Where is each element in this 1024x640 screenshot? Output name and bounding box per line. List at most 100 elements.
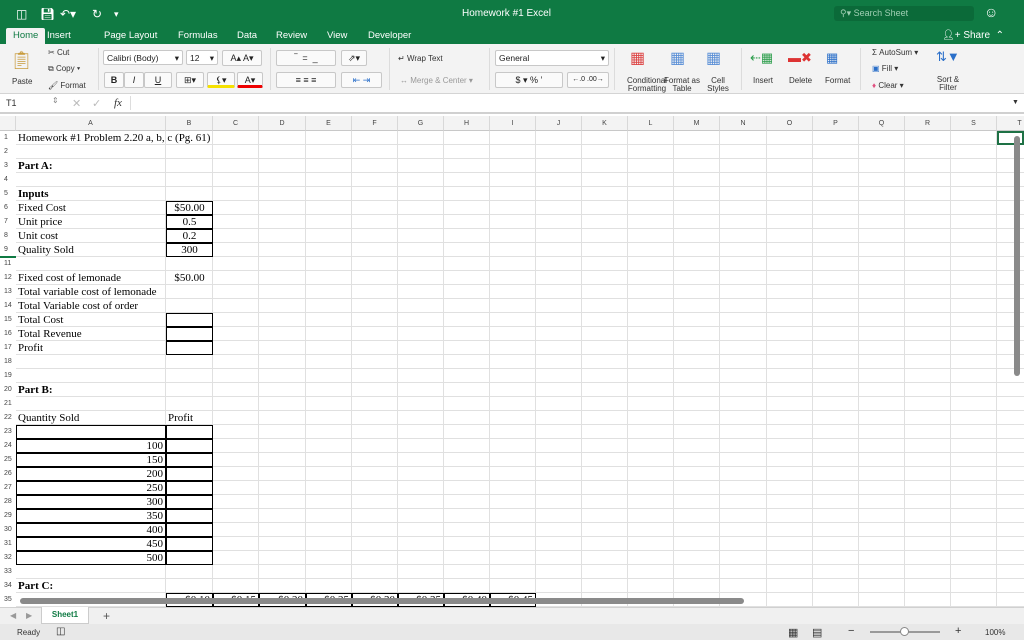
row-header[interactable]: 29 bbox=[0, 512, 16, 526]
column-header[interactable]: S bbox=[951, 116, 997, 131]
name-box[interactable]: T1 bbox=[6, 98, 17, 108]
row-header[interactable]: 6 bbox=[0, 204, 16, 218]
format-as-table-icon[interactable]: ▦ bbox=[670, 48, 685, 68]
column-header[interactable]: Q bbox=[859, 116, 905, 131]
column-header[interactable]: T bbox=[997, 116, 1024, 131]
column-header[interactable]: O bbox=[767, 116, 813, 131]
tab-review[interactable]: Review bbox=[276, 28, 307, 44]
column-header[interactable]: D bbox=[259, 116, 306, 131]
row-header[interactable]: 30 bbox=[0, 526, 16, 540]
cell-styles-button[interactable]: Cell Styles bbox=[704, 77, 732, 93]
scroll-tabs-left-icon[interactable]: ◀ bbox=[10, 611, 16, 620]
cell-A12[interactable]: Fixed cost of lemonade bbox=[16, 271, 166, 285]
column-header[interactable]: F bbox=[352, 116, 398, 131]
row-header[interactable]: 18 bbox=[0, 358, 16, 372]
macro-record-icon[interactable]: ◫ bbox=[56, 626, 65, 637]
select-all-button[interactable] bbox=[0, 116, 16, 131]
paste-button[interactable]: Paste bbox=[12, 77, 32, 86]
cell-A22[interactable]: Quantity Sold bbox=[16, 411, 166, 425]
formula-input[interactable] bbox=[136, 98, 1006, 110]
sort-filter-button[interactable]: Sort & Filter bbox=[934, 76, 962, 92]
cell-A14[interactable]: Total Variable cost of order bbox=[16, 299, 166, 313]
column-header[interactable]: L bbox=[628, 116, 674, 131]
row-header[interactable]: 12 bbox=[0, 274, 16, 288]
worksheet-grid[interactable]: 1 2 3 4 5 6 7 8 9 11 12 13 14 15 16 17 18 19 20 21 22 23 24 25 2… bbox=[0, 116, 1024, 607]
cell-A6[interactable]: Fixed Cost bbox=[16, 201, 166, 215]
cell-B16[interactable] bbox=[166, 327, 213, 341]
column-header[interactable]: B bbox=[166, 116, 213, 131]
zoom-slider-handle[interactable] bbox=[900, 627, 909, 636]
row-header[interactable]: 17 bbox=[0, 344, 16, 358]
cell-A31[interactable]: 450 bbox=[16, 537, 166, 551]
clear-button[interactable]: ♦ Clear ▾ bbox=[872, 81, 904, 90]
cell-B26[interactable] bbox=[166, 467, 213, 481]
borders-icon[interactable]: ⊞▾ bbox=[176, 72, 204, 88]
cell-A7[interactable]: Unit price bbox=[16, 215, 166, 229]
row-header[interactable]: 16 bbox=[0, 330, 16, 344]
row-header[interactable]: 4 bbox=[0, 176, 16, 190]
cell-B6[interactable]: $50.00 bbox=[166, 201, 213, 215]
cell-B24[interactable] bbox=[166, 439, 213, 453]
cell-B7[interactable]: 0.5 bbox=[166, 215, 213, 229]
row-header[interactable]: 26 bbox=[0, 470, 16, 484]
cell-B30[interactable] bbox=[166, 523, 213, 537]
format-as-table-button[interactable]: Format as Table bbox=[664, 77, 700, 93]
autosum-button[interactable]: Σ AutoSum ▾ bbox=[872, 48, 918, 57]
row-header[interactable]: 27 bbox=[0, 484, 16, 498]
wrap-text-button[interactable]: ↵ Wrap Text bbox=[398, 54, 443, 63]
column-header[interactable]: G bbox=[398, 116, 444, 131]
name-box-stepper[interactable]: ⇕ bbox=[52, 96, 59, 105]
cell-A20[interactable]: Part B: bbox=[16, 383, 166, 397]
cell-A26[interactable]: 200 bbox=[16, 467, 166, 481]
redo-icon[interactable]: ↻ bbox=[92, 7, 102, 21]
row-header[interactable]: 34 bbox=[0, 582, 16, 596]
column-header[interactable]: K bbox=[582, 116, 628, 131]
format-painter-button[interactable]: 🖌︎ Format bbox=[48, 81, 86, 90]
italic-button[interactable]: I bbox=[124, 72, 144, 88]
cell-A23[interactable] bbox=[16, 425, 166, 439]
insert-cells-button[interactable]: Insert bbox=[753, 76, 773, 85]
horizontal-align-buttons[interactable]: ≡ ≡ ≡ bbox=[276, 72, 336, 88]
row-header[interactable]: 31 bbox=[0, 540, 16, 554]
font-color-icon[interactable]: A▾ bbox=[237, 72, 263, 88]
fill-color-icon[interactable]: ⚸▾ bbox=[207, 72, 235, 88]
column-header[interactable]: A bbox=[16, 116, 166, 131]
row-header[interactable]: 21 bbox=[0, 400, 16, 414]
page-layout-view-icon[interactable]: ▤ bbox=[812, 626, 822, 639]
paste-icon[interactable]: 📋︎ bbox=[10, 50, 33, 71]
column-header[interactable]: N bbox=[720, 116, 767, 131]
tab-view[interactable]: View bbox=[327, 28, 347, 44]
row-header[interactable]: 23 bbox=[0, 428, 16, 442]
row-header[interactable]: 28 bbox=[0, 498, 16, 512]
row-header[interactable]: 33 bbox=[0, 568, 16, 582]
save-icon[interactable]: 💾︎ bbox=[40, 7, 55, 21]
cell-A5[interactable]: Inputs bbox=[16, 187, 166, 201]
cell-A24[interactable]: 100 bbox=[16, 439, 166, 453]
row-header[interactable]: 8 bbox=[0, 232, 16, 246]
cut-button[interactable]: ✂ Cut bbox=[48, 48, 69, 57]
cell-A17[interactable]: Profit bbox=[16, 341, 166, 355]
row-header[interactable]: 15 bbox=[0, 316, 16, 330]
cell-B29[interactable] bbox=[166, 509, 213, 523]
cell-A27[interactable]: 250 bbox=[16, 481, 166, 495]
copy-button[interactable]: ⧉ Copy ▾ bbox=[48, 64, 80, 74]
row-header[interactable]: 19 bbox=[0, 372, 16, 386]
enter-icon[interactable]: ✓ bbox=[92, 97, 101, 110]
zoom-in-button[interactable]: + bbox=[955, 625, 961, 637]
normal-view-icon[interactable]: ▦ bbox=[788, 626, 798, 639]
vertical-scrollbar[interactable] bbox=[1014, 136, 1020, 376]
cell-A16[interactable]: Total Revenue bbox=[16, 327, 166, 341]
cell-B12[interactable]: $50.00 bbox=[166, 271, 213, 285]
cell-A25[interactable]: 150 bbox=[16, 453, 166, 467]
column-header[interactable]: P bbox=[813, 116, 859, 131]
cell-A8[interactable]: Unit cost bbox=[16, 229, 166, 243]
orientation-icon[interactable]: ⇗▾ bbox=[341, 50, 367, 66]
tab-formulas[interactable]: Formulas bbox=[178, 28, 218, 44]
row-header[interactable]: 5 bbox=[0, 190, 16, 204]
cell-B31[interactable] bbox=[166, 537, 213, 551]
column-header[interactable]: J bbox=[536, 116, 582, 131]
cancel-icon[interactable]: ✕ bbox=[72, 97, 81, 110]
cell-A3[interactable]: Part A: bbox=[16, 159, 166, 173]
format-cells-button[interactable]: Format bbox=[825, 76, 850, 85]
share-button[interactable]: 👤︎+ Share ⌃ bbox=[942, 30, 1004, 41]
